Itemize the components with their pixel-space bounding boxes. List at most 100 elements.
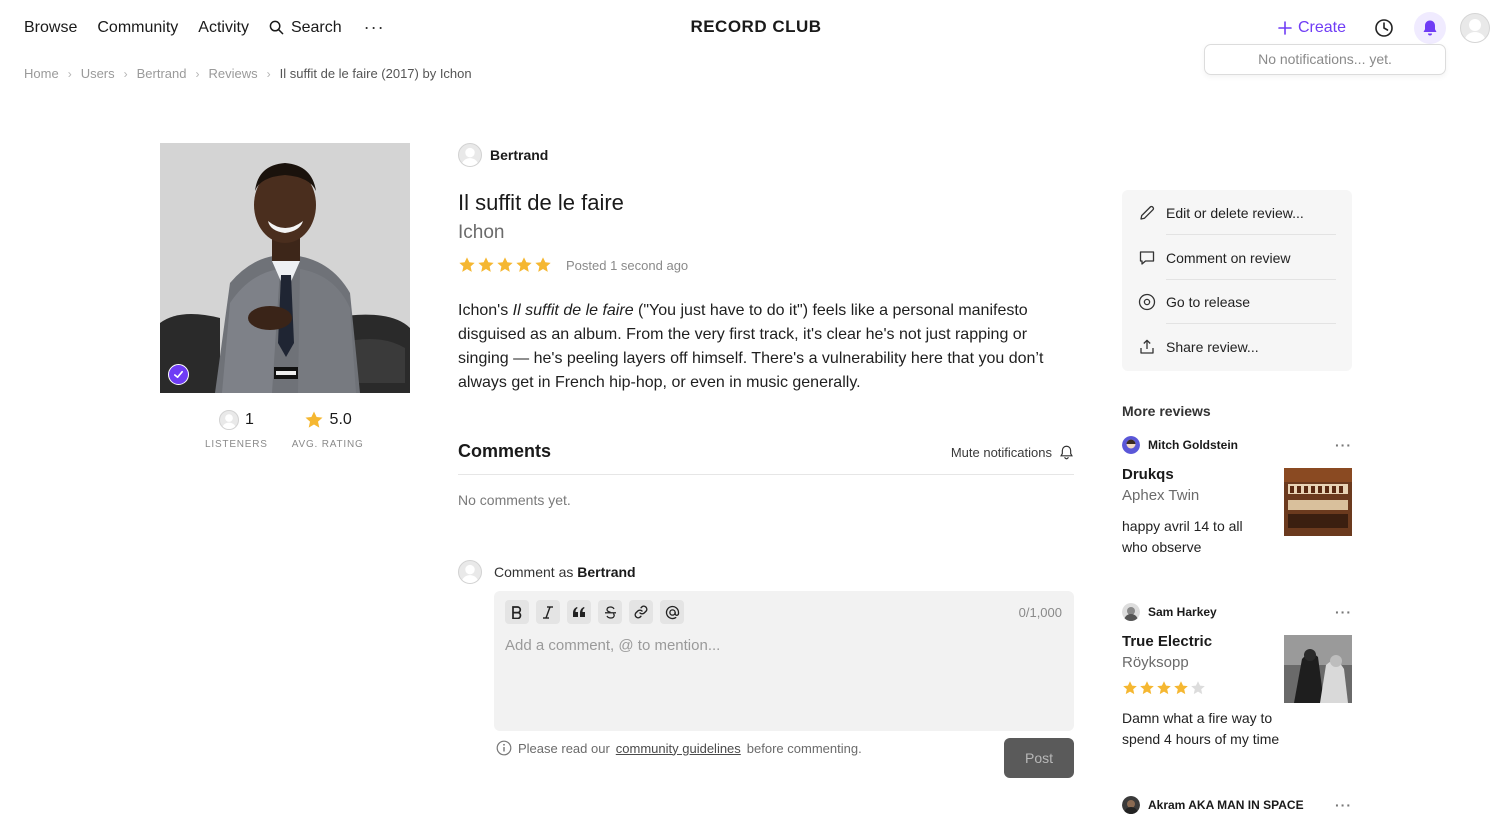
- edit-review-action[interactable]: Edit or delete review...: [1138, 191, 1336, 235]
- author-avatar: [458, 143, 482, 167]
- more-options-icon[interactable]: ···: [1335, 437, 1352, 453]
- listeners-label: LISTENERS: [205, 439, 268, 450]
- quote-icon: [573, 607, 585, 617]
- guidelines-note: Please read our community guidelines bef…: [496, 740, 862, 756]
- comment-review-action[interactable]: Comment on review: [1138, 236, 1336, 280]
- more-reviews-heading: More reviews: [1122, 403, 1211, 419]
- more-review-item[interactable]: Mitch Goldstein ··· Drukqs Aphex Twin ha…: [1122, 436, 1352, 555]
- clock-icon: [1375, 19, 1393, 37]
- post-button[interactable]: Post: [1004, 738, 1074, 778]
- comment-as: Comment as Bertrand: [458, 560, 636, 584]
- comments-heading: Comments: [458, 441, 552, 461]
- more-menu-icon[interactable]: ···: [364, 17, 385, 38]
- breadcrumb-reviews[interactable]: Reviews: [209, 66, 258, 81]
- site-logo[interactable]: RECORD CLUB: [690, 17, 821, 36]
- more-review-user[interactable]: Sam Harkey ···: [1122, 603, 1352, 621]
- no-comments-text: No comments yet.: [458, 492, 571, 508]
- album-art-true-electric[interactable]: [1284, 635, 1352, 703]
- star-empty-icon: [1191, 681, 1205, 695]
- chevron-right-icon: ›: [67, 66, 72, 81]
- guidelines-after: before commenting.: [746, 740, 862, 756]
- go-to-release-action[interactable]: Go to release: [1138, 280, 1336, 324]
- breadcrumb-user[interactable]: Bertrand: [137, 66, 187, 81]
- comment-icon: [1139, 251, 1155, 265]
- commenter-avatar: [458, 560, 482, 584]
- character-counter: 0/1,000: [1018, 605, 1062, 620]
- comment-review-label: Comment on review: [1166, 236, 1336, 280]
- link-icon: [634, 605, 648, 619]
- nav-browse[interactable]: Browse: [24, 19, 77, 37]
- listener-avatar: [218, 410, 239, 430]
- share-review-action[interactable]: Share review...: [1138, 325, 1336, 369]
- default-avatar-icon: [1464, 19, 1486, 42]
- check-icon: [174, 370, 183, 379]
- album-cover-art: [160, 143, 410, 393]
- more-options-icon[interactable]: ···: [1335, 604, 1352, 620]
- star-filled-icon: [1140, 681, 1154, 695]
- notifications-button[interactable]: [1414, 12, 1446, 44]
- chevron-right-icon: ›: [195, 66, 200, 81]
- breadcrumb: Home › Users › Bertrand › Reviews › Il s…: [24, 66, 472, 81]
- more-review-user[interactable]: Akram AKA MAN IN SPACE ···: [1122, 796, 1352, 814]
- release-stats: 1 LISTENERS 5.0 AVG. RATING: [205, 410, 364, 450]
- nav-activity[interactable]: Activity: [198, 19, 249, 37]
- more-review-title[interactable]: Drukqs: [1122, 466, 1174, 483]
- more-review-username: Mitch Goldstein: [1148, 438, 1238, 452]
- more-review-item[interactable]: Sam Harkey ··· True Electric Röyksopp Da…: [1122, 603, 1352, 747]
- strikethrough-button[interactable]: [598, 600, 622, 624]
- comment-as-prefix: Comment as: [494, 564, 574, 580]
- more-review-username: Akram AKA MAN IN SPACE: [1148, 798, 1304, 812]
- chevron-right-icon: ›: [266, 66, 271, 81]
- release-title[interactable]: Il suffit de le faire: [458, 190, 624, 216]
- default-avatar-icon: [461, 564, 479, 583]
- user-avatar[interactable]: [1460, 13, 1490, 43]
- mention-button[interactable]: [660, 600, 684, 624]
- more-review-user[interactable]: Mitch Goldstein ···: [1122, 436, 1352, 454]
- star-filled-icon: [497, 257, 513, 272]
- share-review-label: Share review...: [1166, 339, 1259, 355]
- bold-button[interactable]: [505, 600, 529, 624]
- author-name: Bertrand: [490, 147, 549, 163]
- review-rating: Posted 1 second ago: [458, 256, 688, 274]
- history-button[interactable]: [1368, 12, 1400, 44]
- breadcrumb-users[interactable]: Users: [81, 66, 115, 81]
- more-options-icon[interactable]: ···: [1335, 797, 1352, 813]
- more-review-rating: [1122, 680, 1206, 696]
- quote-button[interactable]: [567, 600, 591, 624]
- review-body: Ichon's Il suffit de le faire ("You just…: [458, 299, 1078, 395]
- release-artist[interactable]: Ichon: [458, 222, 504, 244]
- breadcrumb-home[interactable]: Home: [24, 66, 59, 81]
- nav-community[interactable]: Community: [97, 19, 178, 37]
- more-review-item[interactable]: Akram AKA MAN IN SPACE ···: [1122, 796, 1352, 814]
- album-art-drukqs[interactable]: [1284, 468, 1352, 536]
- review-body-album: Il suffit de le faire: [512, 302, 634, 319]
- comment-input[interactable]: [505, 637, 1060, 717]
- create-button[interactable]: Create: [1278, 19, 1346, 37]
- more-review-artist[interactable]: Röyksopp: [1122, 654, 1189, 671]
- mute-notifications-button[interactable]: Mute notifications: [951, 441, 1074, 463]
- nav-links: Browse Community Activity Search ···: [24, 17, 385, 38]
- star-filled-icon: [516, 257, 532, 272]
- search-icon: [269, 20, 284, 35]
- italic-button[interactable]: [536, 600, 560, 624]
- create-label: Create: [1297, 19, 1346, 36]
- star-filled-icon: [1174, 681, 1188, 695]
- more-review-text: happy avril 14 to all who observe: [1122, 518, 1243, 555]
- album-cover[interactable]: [160, 143, 410, 393]
- link-button[interactable]: [629, 600, 653, 624]
- review-author[interactable]: Bertrand: [458, 143, 548, 167]
- nav-search[interactable]: Search: [269, 19, 342, 37]
- user-avatar: [1122, 603, 1140, 621]
- review-body-prefix: Ichon's: [458, 302, 513, 319]
- more-review-artist[interactable]: Aphex Twin: [1122, 487, 1199, 504]
- listeners-stat[interactable]: 1 LISTENERS: [205, 410, 268, 450]
- star-filled-icon: [1157, 681, 1171, 695]
- more-review-title[interactable]: True Electric: [1122, 633, 1212, 650]
- info-icon: [496, 740, 512, 756]
- italic-icon: [543, 605, 553, 619]
- star-filled-icon: [1123, 681, 1137, 695]
- community-guidelines-link[interactable]: community guidelines: [616, 741, 741, 756]
- breadcrumb-current: Il suffit de le faire (2017) by Ichon: [279, 66, 472, 81]
- rating-stars: [458, 256, 552, 274]
- search-label: Search: [290, 18, 342, 36]
